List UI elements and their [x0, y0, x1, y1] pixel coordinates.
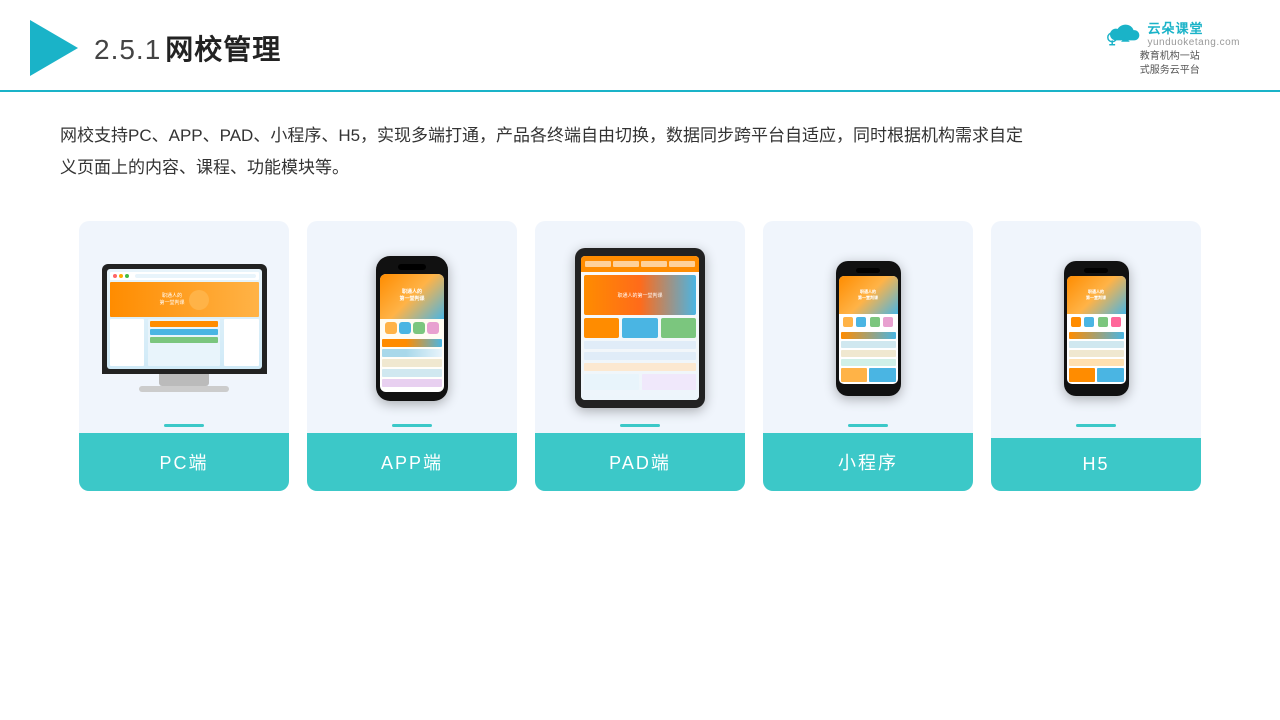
app-phone-mockup: 职通人的第一堂判课: [376, 256, 448, 401]
slogan-line1: 教育机构一站: [1140, 51, 1200, 62]
card-app: 职通人的第一堂判课: [307, 221, 517, 491]
slogan-line2: 式服务云平台: [1140, 65, 1200, 76]
pc-screen-outer: 职通人的第一堂判课: [102, 264, 267, 374]
card-h5-image: 职通人的第一堂判课: [991, 241, 1201, 416]
card-pc: 职通人的第一堂判课: [79, 221, 289, 491]
title-text: 网校管理: [165, 34, 281, 65]
card-miniprogram-image: 职通人的第一堂判课: [763, 241, 973, 416]
brand-url: yunduoketang.com: [1147, 37, 1240, 48]
description-text: 网校支持PC、APP、PAD、小程序、H5，实现多端打通，产品各终端自由切换，数…: [0, 92, 1100, 201]
section-number: 2.5.1: [94, 34, 161, 65]
brand-slogan: 教育机构一站 式服务云平台: [1140, 50, 1200, 78]
pc-mockup: 职通人的第一堂判课: [102, 264, 267, 392]
pc-stand: [159, 374, 209, 386]
card-divider: [620, 424, 660, 427]
card-pad: 职通人的第一堂判课: [535, 221, 745, 491]
card-label-h5: H5: [991, 438, 1201, 491]
card-divider: [392, 424, 432, 427]
h5-small-phone-notch: [1084, 268, 1108, 273]
pc-screen-inner: 职通人的第一堂判课: [107, 269, 262, 369]
card-app-image: 职通人的第一堂判课: [307, 241, 517, 416]
card-h5: 职通人的第一堂判课: [991, 221, 1201, 491]
tablet-outer: 职通人的第一堂判课: [575, 248, 705, 408]
card-label-pc: PC端: [79, 433, 289, 491]
brand-icon: 云朵课堂 yunduoketang.com: [1099, 18, 1240, 48]
card-divider: [848, 424, 888, 427]
h5-phone-mockup: 职通人的第一堂判课: [1064, 261, 1129, 396]
card-divider: [1076, 424, 1116, 427]
small-phone-notch: [856, 268, 880, 273]
header: 2.5.1网校管理 云朵课堂 yunduoketang.com 教育机构一站 式…: [0, 0, 1280, 92]
pc-base: [139, 386, 229, 392]
header-left: 2.5.1网校管理: [30, 20, 281, 76]
card-label-miniprogram: 小程序: [763, 433, 973, 491]
h5-small-phone-outer: 职通人的第一堂判课: [1064, 261, 1129, 396]
cards-container: 职通人的第一堂判课: [0, 201, 1280, 511]
tablet-mockup: 职通人的第一堂判课: [575, 248, 705, 408]
card-pad-image: 职通人的第一堂判课: [535, 241, 745, 416]
brand-logo: 云朵课堂 yunduoketang.com 教育机构一站 式服务云平台: [1099, 18, 1240, 78]
logo-triangle-icon: [30, 20, 78, 76]
card-divider: [164, 424, 204, 427]
phone-notch: [398, 264, 426, 270]
h5-small-phone-screen: 职通人的第一堂判课: [1067, 276, 1126, 384]
small-phone-outer: 职通人的第一堂判课: [836, 261, 901, 396]
small-phone-screen: 职通人的第一堂判课: [839, 276, 898, 384]
card-miniprogram: 职通人的第一堂判课: [763, 221, 973, 491]
cloud-svg-icon: [1099, 19, 1143, 47]
phone-screen: 职通人的第一堂判课: [380, 274, 444, 392]
miniprogram-phone-mockup: 职通人的第一堂判课: [836, 261, 901, 396]
brand-name-cn: 云朵课堂: [1147, 18, 1240, 37]
card-pc-image: 职通人的第一堂判课: [79, 241, 289, 416]
phone-outer: 职通人的第一堂判课: [376, 256, 448, 401]
card-label-pad: PAD端: [535, 433, 745, 491]
card-label-app: APP端: [307, 433, 517, 491]
tablet-screen: 职通人的第一堂判课: [581, 256, 699, 400]
page-title: 2.5.1网校管理: [94, 28, 281, 68]
